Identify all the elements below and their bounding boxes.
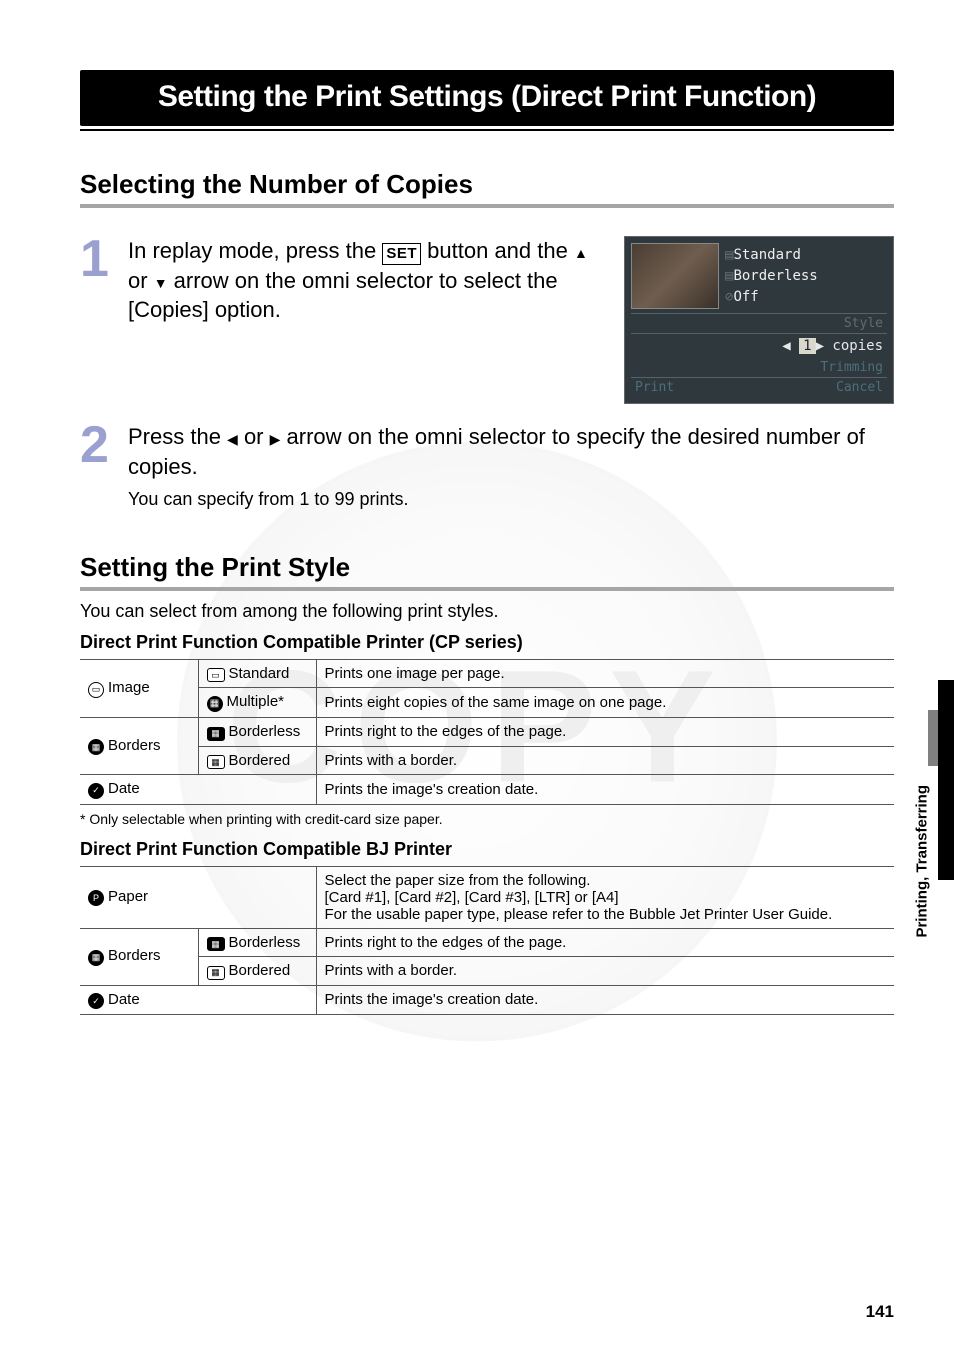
image-icon: ▭ (88, 682, 104, 698)
cp-footnote: * Only selectable when printing with cre… (80, 811, 894, 827)
bj-paper-desc1: Select the paper size from the following… (325, 872, 887, 889)
cp-date-label: Date (108, 780, 140, 797)
style-intro: You can select from among the following … (80, 601, 894, 622)
step-number-2: 2 (80, 422, 114, 469)
step2-sub: You can specify from 1 to 99 prints. (128, 487, 894, 511)
standard-icon: ▭ (207, 668, 225, 682)
bj-borders-icon: ▦ (88, 950, 104, 966)
ss-copies-num: 1 (799, 338, 815, 354)
ss-style: Style (844, 316, 883, 331)
step1-seg2: button and the (421, 238, 574, 263)
bj-bordered-desc: Prints with a border. (316, 957, 894, 986)
bj-paper-desc3: For the usable paper type, please refer … (325, 906, 887, 923)
page-number: 141 (866, 1302, 894, 1322)
cp-borderless-desc: Prints right to the edges of the page. (316, 718, 894, 747)
section-style-heading: Setting the Print Style (80, 552, 894, 583)
camera-screenshot: ▤Standard ▤Borderless ⊘Off Style ◀ 1 ▶ c… (624, 236, 894, 404)
bj-date-icon: ✓ (88, 993, 104, 1009)
cp-date-desc: Prints the image's creation date. (316, 775, 894, 805)
bj-borderless-desc: Prints right to the edges of the page. (316, 928, 894, 957)
date-icon: ✓ (88, 783, 104, 799)
cp-borderless-label: Borderless (229, 723, 301, 740)
arrow-up-icon: ▲ (574, 245, 588, 261)
cp-standard-desc: Prints one image per page. (316, 659, 894, 688)
cp-heading: Direct Print Function Compatible Printer… (80, 632, 894, 653)
step2-or1: or (238, 424, 270, 449)
borders-icon: ▦ (88, 739, 104, 755)
side-tab (928, 680, 954, 880)
bj-date-label: Date (108, 991, 140, 1008)
cp-bordered-label: Bordered (229, 752, 291, 769)
page-title: Setting the Print Settings (Direct Print… (80, 70, 894, 126)
ss-standard: Standard (733, 247, 800, 263)
step-1-body: In replay mode, press the SET button and… (128, 236, 606, 325)
step2-seg1: Press the (128, 424, 227, 449)
bj-table: PPaper Select the paper size from the fo… (80, 866, 894, 1016)
section-copies-heading: Selecting the Number of Copies (80, 169, 894, 200)
cp-borders-label: Borders (108, 737, 161, 754)
cp-bordered-desc: Prints with a border. (316, 746, 894, 775)
step-2-body: Press the ◀ or ▶ arrow on the omni selec… (128, 422, 894, 512)
ss-cancel: Cancel (836, 380, 883, 395)
cp-table: ▭Image ▭Standard Prints one image per pa… (80, 659, 894, 805)
step-1: 1 In replay mode, press the SET button a… (80, 236, 894, 404)
step1-or1: or (128, 268, 154, 293)
arrow-left-icon: ◀ (227, 431, 238, 447)
step1-seg3: arrow on the omni selector to select the… (128, 268, 558, 323)
arrow-down-icon: ▼ (154, 275, 168, 291)
ss-print: Print (635, 380, 674, 395)
screenshot-thumbnail (631, 243, 719, 309)
set-button-glyph: SET (382, 243, 421, 265)
bj-paper-desc2: [Card #1], [Card #2], [Card #3], [LTR] o… (325, 889, 887, 906)
bj-paper-label: Paper (108, 888, 148, 905)
step-2: 2 Press the ◀ or ▶ arrow on the omni sel… (80, 422, 894, 512)
cp-standard-label: Standard (229, 665, 290, 682)
bj-date-desc: Prints the image's creation date. (316, 985, 894, 1015)
borderless-icon: ▦ (207, 727, 225, 741)
bj-borderless-icon: ▦ (207, 937, 225, 951)
cp-multiple-label: Multiple* (227, 693, 285, 710)
cp-multiple-desc: Prints eight copies of the same image on… (316, 688, 894, 718)
bordered-icon: ▦ (207, 755, 225, 769)
bj-bordered-label: Bordered (229, 962, 291, 979)
ss-trimming: Trimming (820, 360, 883, 375)
ss-copies: copies (832, 338, 883, 354)
cp-image-label: Image (108, 679, 150, 696)
arrow-right-icon: ▶ (270, 431, 281, 447)
ss-borderless: Borderless (733, 268, 817, 284)
multiple-icon (207, 696, 223, 712)
bj-bordered-icon: ▦ (207, 966, 225, 980)
bj-heading: Direct Print Function Compatible BJ Prin… (80, 839, 894, 860)
step-number-1: 1 (80, 236, 114, 283)
bj-borderless-label: Borderless (229, 934, 301, 951)
step1-seg1: In replay mode, press the (128, 238, 382, 263)
ss-off: Off (733, 289, 758, 305)
bj-borders-label: Borders (108, 947, 161, 964)
paper-icon: P (88, 890, 104, 906)
side-tab-label: Printing, Transferring (914, 785, 931, 938)
